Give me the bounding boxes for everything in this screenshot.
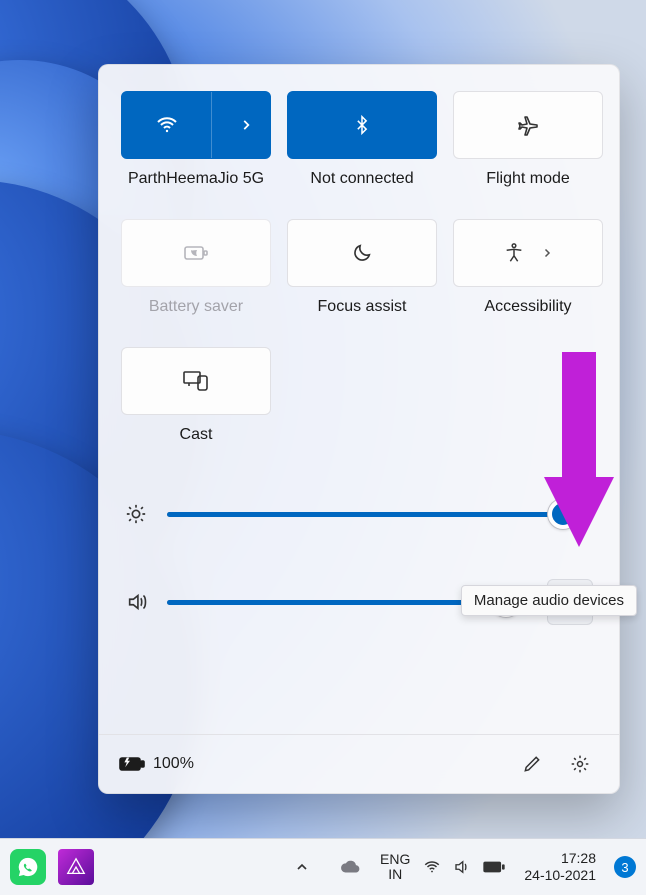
edit-quick-settings-button[interactable] <box>513 745 551 783</box>
system-tray[interactable] <box>422 858 506 876</box>
wifi-label: ParthHeemaJio 5G <box>128 169 264 211</box>
battery-saver-tile <box>121 219 271 287</box>
chevron-right-icon <box>541 247 553 259</box>
date: 24-10-2021 <box>524 867 596 884</box>
taskbar-app-whatsapp[interactable] <box>10 849 46 885</box>
focus-assist-tile[interactable] <box>287 219 437 287</box>
battery-saver-label: Battery saver <box>149 297 243 339</box>
annotation-arrow <box>534 352 624 562</box>
flight-mode-label: Flight mode <box>486 169 570 211</box>
cloud-icon <box>339 858 361 876</box>
affinity-icon <box>65 856 87 878</box>
pencil-icon <box>522 754 542 774</box>
brightness-slider-row <box>125 491 593 537</box>
whatsapp-icon <box>17 856 39 878</box>
moon-icon <box>351 242 373 264</box>
battery-charging-icon <box>119 755 145 773</box>
lang-bottom: IN <box>388 867 402 882</box>
cast-label: Cast <box>180 425 213 467</box>
tooltip: Manage audio devices <box>461 585 637 616</box>
taskbar: ENG IN 17:28 24-10-2021 3 <box>0 838 646 895</box>
battery-status[interactable]: 100% <box>119 755 194 773</box>
taskbar-app-affinity[interactable] <box>58 849 94 885</box>
bluetooth-tile[interactable] <box>287 91 437 159</box>
gear-icon <box>570 754 590 774</box>
language-indicator[interactable]: ENG IN <box>380 852 410 883</box>
chevron-up-icon <box>294 859 310 875</box>
battery-saver-icon <box>183 243 209 263</box>
volume-icon <box>125 591 151 613</box>
accessibility-tile[interactable] <box>453 219 603 287</box>
cast-tile[interactable] <box>121 347 271 415</box>
lang-top: ENG <box>380 852 410 867</box>
brightness-icon <box>125 503 151 525</box>
notification-badge[interactable]: 3 <box>614 856 636 878</box>
time: 17:28 <box>561 850 596 867</box>
accessibility-icon <box>503 242 525 264</box>
all-settings-button[interactable] <box>561 745 599 783</box>
bluetooth-label: Not connected <box>310 169 413 211</box>
brightness-slider[interactable] <box>167 512 593 517</box>
volume-icon <box>452 858 472 876</box>
bluetooth-icon <box>352 112 372 138</box>
accessibility-label: Accessibility <box>484 297 571 339</box>
cast-icon <box>183 370 209 392</box>
airplane-icon <box>516 113 540 137</box>
battery-icon <box>482 859 506 875</box>
flight-mode-tile[interactable] <box>453 91 603 159</box>
tray-onedrive[interactable] <box>332 849 368 885</box>
chevron-right-icon <box>239 118 253 132</box>
clock[interactable]: 17:28 24-10-2021 <box>524 850 596 884</box>
tray-overflow-button[interactable] <box>284 849 320 885</box>
wifi-toggle[interactable] <box>122 92 212 158</box>
panel-footer: 100% <box>99 734 619 793</box>
wifi-tile[interactable] <box>121 91 271 159</box>
battery-percent: 100% <box>153 755 194 773</box>
focus-assist-label: Focus assist <box>318 297 407 339</box>
wifi-icon <box>155 113 179 137</box>
wifi-expand-button[interactable] <box>222 92 270 158</box>
wifi-icon <box>422 858 442 876</box>
